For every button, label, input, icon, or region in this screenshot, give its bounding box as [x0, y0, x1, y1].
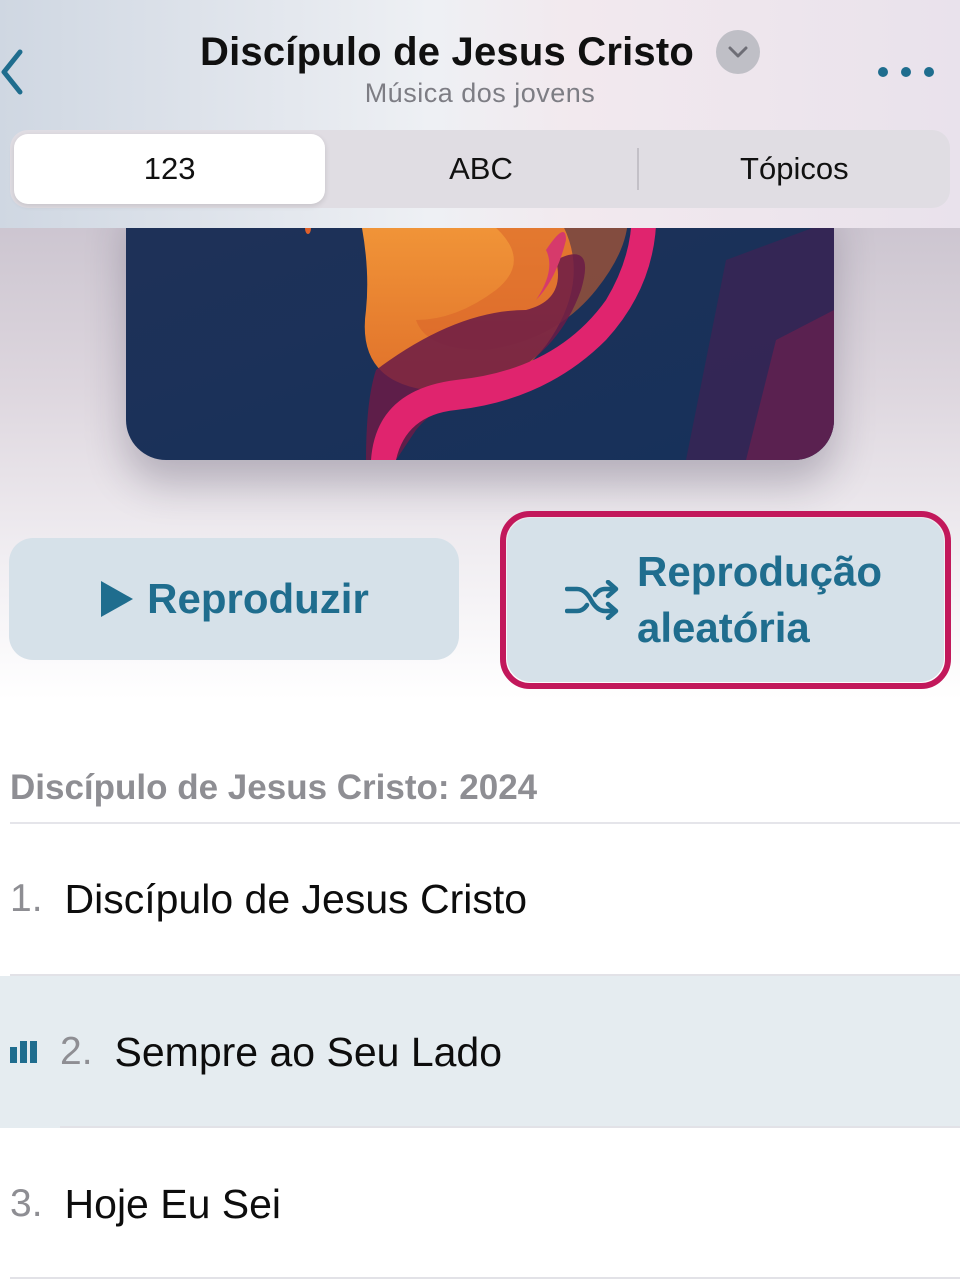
section-title: Discípulo de Jesus Cristo: 2024: [10, 768, 538, 807]
page-subtitle: Música dos jovens: [364, 78, 596, 108]
row-divider: [10, 1277, 960, 1279]
tab-topicos[interactable]: Tópicos: [639, 134, 950, 204]
ellipsis-icon: [924, 67, 934, 77]
page-title: Discípulo de Jesus Cristo: [199, 29, 695, 74]
tab-123[interactable]: 123: [14, 134, 326, 204]
ellipsis-icon: [901, 67, 911, 77]
track-row-3[interactable]: 3. Hoje Eu Sei: [0, 1128, 960, 1280]
album-artwork-illustration: [126, 200, 834, 460]
track-number: 1.: [10, 877, 43, 920]
title-row[interactable]: Discípulo de Jesus Cristo: [0, 26, 960, 78]
navigation-header: Discípulo de Jesus Cristo Música dos jov…: [0, 0, 960, 228]
play-button[interactable]: Reproduzir: [9, 538, 459, 660]
track-row-2[interactable]: 2. Sempre ao Seu Lado: [0, 976, 960, 1128]
play-icon: [101, 581, 134, 617]
track-number: 2.: [60, 1030, 93, 1073]
ellipsis-icon: [878, 67, 888, 77]
now-playing-icon: [10, 1041, 40, 1063]
sort-segmented-control: 123 ABC Tópicos: [10, 130, 950, 208]
track-row-1[interactable]: 1. Discípulo de Jesus Cristo: [0, 823, 960, 975]
screen: Discípulo de Jesus Cristo Música dos jov…: [0, 0, 960, 1280]
shuffle-button-highlight: [500, 511, 951, 689]
track-title: Discípulo de Jesus Cristo: [64, 875, 528, 922]
tab-abc[interactable]: ABC: [325, 134, 636, 204]
more-options-button[interactable]: [878, 58, 934, 86]
track-title: Hoje Eu Sei: [64, 1180, 282, 1227]
title-dropdown-button[interactable]: [716, 30, 761, 74]
chevron-down-icon: [728, 46, 748, 58]
track-number: 3.: [10, 1182, 43, 1225]
play-button-label: Reproduzir: [147, 575, 369, 622]
track-title: Sempre ao Seu Lado: [114, 1028, 503, 1075]
album-artwork: [126, 200, 834, 460]
